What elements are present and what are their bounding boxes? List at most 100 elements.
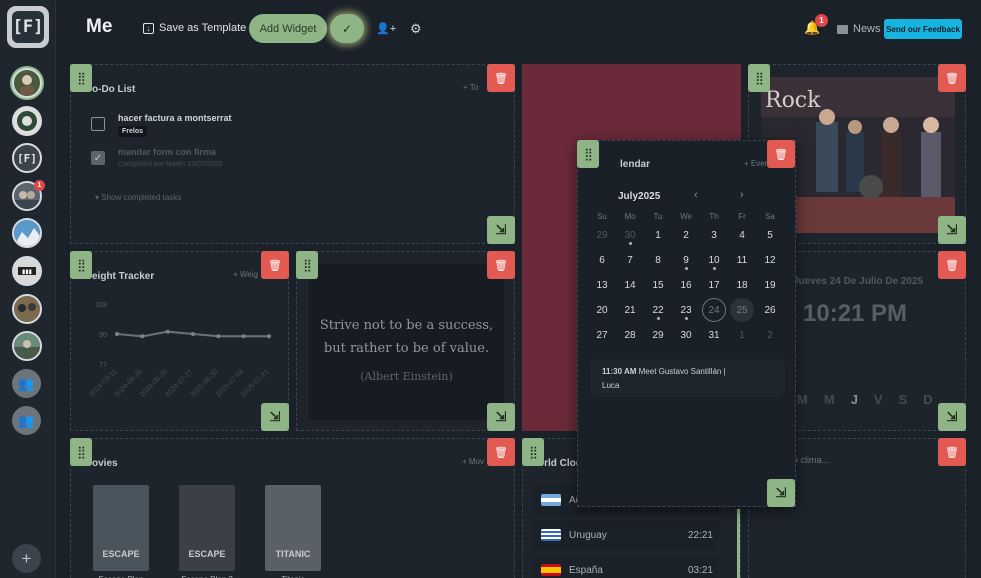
scrollbar-thumb[interactable] bbox=[737, 509, 740, 578]
weight-point[interactable] bbox=[216, 334, 221, 339]
resize-icon[interactable]: ⇲ bbox=[767, 479, 795, 507]
weight-point[interactable] bbox=[165, 329, 170, 334]
calendar-day[interactable]: 20 bbox=[588, 298, 616, 323]
chevron-left-icon[interactable]: ‹ bbox=[694, 189, 698, 201]
drag-handle[interactable]: ⣿ bbox=[296, 251, 318, 279]
avatar-profile[interactable] bbox=[12, 68, 42, 98]
drag-handle[interactable]: ⣿ bbox=[577, 140, 599, 168]
calendar-day[interactable]: 6 bbox=[588, 248, 616, 273]
avatar-f[interactable]: [F] bbox=[12, 143, 42, 173]
drag-handle[interactable]: ⣿ bbox=[70, 251, 92, 279]
calendar-day[interactable]: 15 bbox=[644, 273, 672, 298]
calendar-day[interactable]: 1 bbox=[644, 223, 672, 248]
calendar-day[interactable]: 17 bbox=[700, 273, 728, 298]
gear-icon[interactable]: ⚙ bbox=[410, 21, 422, 37]
resize-icon[interactable]: ⇲ bbox=[938, 403, 966, 431]
calendar-day[interactable]: 24 bbox=[702, 298, 726, 322]
trash-icon[interactable]: 🗑 bbox=[487, 438, 515, 466]
calendar-day[interactable]: 26 bbox=[756, 298, 784, 323]
calendar-day[interactable]: 28 bbox=[616, 323, 644, 348]
movie-poster[interactable]: ESCAPE bbox=[93, 485, 149, 571]
weight-point[interactable] bbox=[267, 334, 271, 339]
add-task-link[interactable]: + To bbox=[463, 83, 478, 92]
calendar-day[interactable]: 29 bbox=[588, 223, 616, 248]
weight-point[interactable] bbox=[191, 332, 195, 336]
feedback-button[interactable]: Send our Feedback bbox=[884, 19, 962, 39]
calendar-day[interactable]: 8 bbox=[644, 248, 672, 273]
calendar-day[interactable]: 5 bbox=[756, 223, 784, 248]
calendar-day[interactable]: 3 bbox=[700, 223, 728, 248]
calendar-day[interactable]: 18 bbox=[728, 273, 756, 298]
task-checkbox-done[interactable]: ✓ bbox=[91, 151, 105, 165]
trash-icon[interactable]: 🗑 bbox=[938, 64, 966, 92]
task-checkbox[interactable] bbox=[91, 117, 105, 131]
chevron-right-icon[interactable]: › bbox=[740, 189, 744, 201]
calendar-day[interactable]: 29 bbox=[644, 323, 672, 348]
weight-point[interactable] bbox=[115, 332, 119, 336]
drag-handle[interactable]: ⣿ bbox=[70, 64, 92, 92]
avatar-group-3[interactable] bbox=[12, 331, 42, 361]
add-widget-button[interactable]: Add Widget bbox=[249, 14, 327, 43]
resize-icon[interactable]: ⇲ bbox=[487, 216, 515, 244]
calendar-day[interactable]: 22 bbox=[644, 298, 672, 323]
trash-icon[interactable]: 🗑 bbox=[261, 251, 289, 279]
placeholder-avatar-2[interactable]: 👥 bbox=[12, 406, 41, 435]
confirm-button[interactable]: ✓ bbox=[330, 14, 364, 43]
calendar-day[interactable]: 10 bbox=[700, 248, 728, 273]
add-event-link[interactable]: + Even bbox=[744, 159, 769, 168]
calendar-day[interactable]: 31 bbox=[700, 323, 728, 348]
calendar-day[interactable]: 7 bbox=[616, 248, 644, 273]
calendar-day[interactable]: 23 bbox=[672, 298, 700, 323]
calendar-day[interactable]: 19 bbox=[756, 273, 784, 298]
calendar-day[interactable]: 30 bbox=[672, 323, 700, 348]
trash-icon[interactable]: 🗑 bbox=[938, 438, 966, 466]
avatar-logo[interactable]: ▮▮▮ bbox=[12, 256, 42, 286]
calendar-day[interactable]: 2 bbox=[672, 223, 700, 248]
movie-item[interactable]: ESCAPEEscape Plan bbox=[93, 485, 149, 578]
calendar-day[interactable]: 14 bbox=[616, 273, 644, 298]
trash-icon[interactable]: 🗑 bbox=[767, 140, 795, 168]
drag-handle[interactable]: ⣿ bbox=[70, 438, 92, 466]
drag-handle[interactable]: ⣿ bbox=[522, 438, 544, 466]
add-movie-link[interactable]: + Mov bbox=[462, 457, 484, 466]
news-button[interactable]: News bbox=[837, 23, 881, 35]
movie-item[interactable]: TITANICTitanic bbox=[265, 485, 321, 578]
calendar-day[interactable]: 13 bbox=[588, 273, 616, 298]
add-weight-link[interactable]: + Weig bbox=[233, 270, 258, 279]
movie-item[interactable]: ESCAPEEscape Plan 2 bbox=[179, 485, 235, 578]
avatar-mountain[interactable] bbox=[12, 218, 42, 248]
avatar-starbucks[interactable] bbox=[12, 106, 42, 136]
show-completed-link[interactable]: ▾ Show completed tasks bbox=[95, 193, 181, 202]
weight-point[interactable] bbox=[140, 334, 145, 339]
calendar-day[interactable]: 30 bbox=[616, 223, 644, 248]
task-text[interactable]: hacer factura a montserrat bbox=[118, 113, 232, 123]
resize-icon[interactable]: ⇲ bbox=[261, 403, 289, 431]
resize-icon[interactable]: ⇲ bbox=[938, 216, 966, 244]
save-template-button[interactable]: ↓ Save as Template bbox=[143, 22, 246, 34]
calendar-day[interactable]: 2 bbox=[756, 323, 784, 348]
calendar-day[interactable]: 27 bbox=[588, 323, 616, 348]
add-workspace-button[interactable]: + bbox=[12, 544, 41, 573]
calendar-day[interactable]: 16 bbox=[672, 273, 700, 298]
task-text[interactable]: mandar form con firma bbox=[118, 147, 216, 157]
calendar-day[interactable]: 12 bbox=[756, 248, 784, 273]
avatar-group-2[interactable] bbox=[12, 294, 42, 324]
trash-icon[interactable]: 🗑 bbox=[487, 251, 515, 279]
calendar-day[interactable]: 4 bbox=[728, 223, 756, 248]
app-logo[interactable]: [F] bbox=[7, 6, 49, 48]
calendar-day[interactable]: 1 bbox=[728, 323, 756, 348]
drag-handle[interactable]: ⣿ bbox=[748, 64, 770, 92]
trash-icon[interactable]: 🗑 bbox=[487, 64, 515, 92]
movie-poster[interactable]: ESCAPE bbox=[179, 485, 235, 571]
event-card[interactable]: 11:30 AM Meet Gustavo Santillán | Luca bbox=[590, 359, 785, 397]
movie-poster[interactable]: TITANIC bbox=[265, 485, 321, 571]
calendar-day[interactable]: 9 bbox=[672, 248, 700, 273]
add-user-icon[interactable]: 👤+ bbox=[376, 22, 396, 35]
weight-point[interactable] bbox=[241, 334, 246, 339]
calendar-day[interactable]: 21 bbox=[616, 298, 644, 323]
placeholder-avatar-1[interactable]: 👥 bbox=[12, 369, 41, 398]
calendar-day[interactable]: 11 bbox=[728, 248, 756, 273]
resize-icon[interactable]: ⇲ bbox=[487, 403, 515, 431]
trash-icon[interactable]: 🗑 bbox=[938, 251, 966, 279]
calendar-day[interactable]: 25 bbox=[730, 298, 754, 322]
